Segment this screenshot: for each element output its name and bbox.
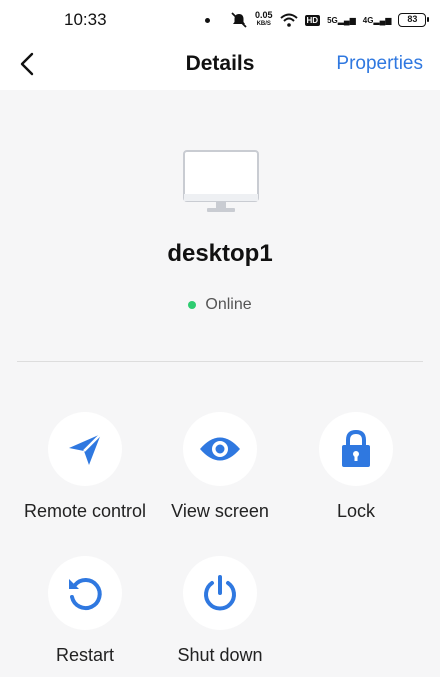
eye-icon: [200, 437, 240, 461]
status-bar: 10:33 0.05 KB/S HD 5G▂▄▆ 4G▂▄▆ 83: [0, 0, 440, 40]
back-chevron-icon[interactable]: [14, 50, 42, 78]
lock-button[interactable]: Lock: [281, 412, 431, 532]
restart-icon: [69, 578, 102, 611]
battery-icon: 83: [398, 13, 430, 27]
properties-button[interactable]: Properties: [336, 53, 423, 75]
paper-plane-icon: [69, 433, 102, 465]
lock-circle[interactable]: [319, 412, 393, 486]
remote-control-circle[interactable]: [48, 412, 122, 486]
notification-dot-icon: [205, 18, 210, 23]
status-time: 10:33: [64, 10, 107, 29]
device-summary: desktop1 Online: [0, 90, 440, 362]
restart-circle[interactable]: [48, 556, 122, 630]
monitor-icon: [183, 150, 259, 212]
divider: [17, 361, 423, 362]
online-dot-icon: [188, 301, 197, 309]
wifi-icon: [279, 13, 298, 27]
lock-label: Lock: [336, 501, 376, 521]
shut-down-button[interactable]: Shut down: [145, 556, 295, 676]
status-icons: 0.05 KB/S HD 5G▂▄▆ 4G▂▄▆ 83: [230, 9, 430, 31]
shut-down-label: Shut down: [177, 645, 263, 665]
status-indicator: Online: [0, 296, 440, 314]
status-text: Online: [205, 296, 252, 313]
signal-4g-icon: 4G▂▄▆: [362, 15, 392, 25]
signal-5g-icon: 5G▂▄▆: [327, 15, 356, 25]
power-icon: [204, 575, 236, 611]
hd-badge: HD: [304, 14, 321, 26]
nav-bar: Details Properties: [0, 40, 440, 90]
mute-icon: [231, 12, 247, 28]
network-speed: 0.05 KB/S: [255, 10, 273, 28]
lock-icon: [342, 429, 370, 467]
shut-down-circle[interactable]: [183, 556, 257, 630]
device-name: desktop1: [167, 240, 273, 267]
view-screen-circle[interactable]: [183, 412, 257, 486]
